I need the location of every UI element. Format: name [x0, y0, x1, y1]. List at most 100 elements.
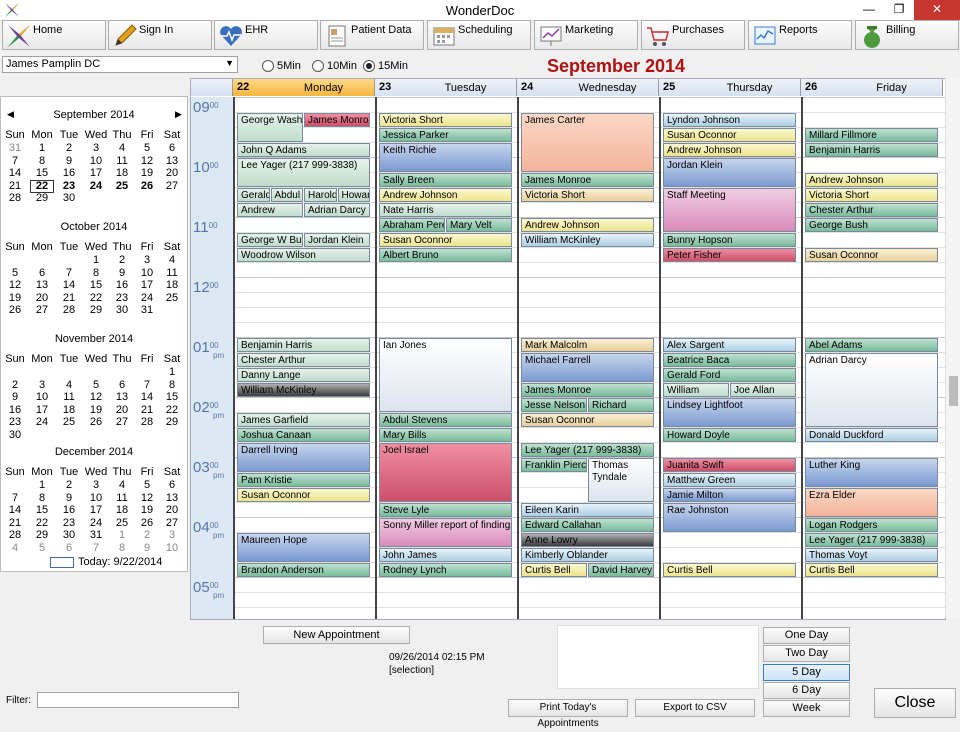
calendar-day[interactable]: 29: [160, 416, 184, 428]
appointment-block[interactable]: Gerald: [237, 188, 270, 202]
view-one-day-button[interactable]: One Day: [763, 627, 850, 644]
appointment-block[interactable]: Adrian Darcy: [805, 353, 938, 427]
calendar-day[interactable]: 16: [3, 404, 27, 416]
appointment-block[interactable]: Jordan Klein: [663, 158, 796, 187]
calendar-day[interactable]: 30: [57, 529, 81, 541]
patient-data-button[interactable]: Patient Data: [320, 20, 424, 50]
calendar-day[interactable]: 6: [160, 479, 184, 491]
calendar-day[interactable]: 9: [110, 267, 134, 279]
appointment-block[interactable]: Joe Allan: [730, 383, 796, 397]
calendar-day[interactable]: 7: [3, 155, 27, 167]
billing-button[interactable]: Billing: [855, 20, 959, 50]
calendar-day[interactable]: 1: [30, 142, 54, 154]
maximize-button[interactable]: ❐: [884, 0, 914, 20]
appointment-block[interactable]: Mary Bills: [379, 428, 512, 442]
calendar-day[interactable]: 13: [160, 155, 184, 167]
calendar-day[interactable]: 30: [110, 304, 134, 316]
calendar-day[interactable]: 21: [3, 517, 27, 529]
day-header-monday[interactable]: 22 Monday: [233, 79, 375, 96]
calendar-day[interactable]: 25: [110, 180, 134, 192]
interval-15min-radio[interactable]: 15Min: [363, 60, 408, 73]
appointment-block[interactable]: David Harvey: [588, 563, 654, 577]
calendar-day[interactable]: 18: [110, 167, 134, 179]
calendar-day[interactable]: 13: [30, 279, 54, 291]
sign-in-button[interactable]: Sign In: [108, 20, 212, 50]
calendar-day[interactable]: 28: [57, 304, 81, 316]
calendar-day[interactable]: 24: [84, 180, 108, 192]
calendar-day[interactable]: 6: [160, 142, 184, 154]
appointment-block[interactable]: Bunny Hopson: [663, 233, 796, 247]
calendar-day[interactable]: 22: [30, 517, 54, 529]
appointment-block[interactable]: Chester Arthur: [805, 203, 938, 217]
calendar-day[interactable]: 26: [84, 416, 108, 428]
calendar-day[interactable]: 18: [110, 504, 134, 516]
appointment-block[interactable]: Rodney Lynch: [379, 563, 512, 577]
filter-input[interactable]: [37, 692, 239, 708]
appointment-block[interactable]: George Bush: [805, 218, 938, 232]
calendar-day[interactable]: 13: [160, 492, 184, 504]
provider-select[interactable]: James Pamplin DC ▼: [2, 56, 238, 73]
calendar-day[interactable]: 9: [57, 155, 81, 167]
appointment-block[interactable]: Mark Malcolm: [521, 338, 654, 352]
appointment-block[interactable]: Millard Fillmore: [805, 128, 938, 142]
calendar-day[interactable]: 20: [30, 292, 54, 304]
appointment-block[interactable]: Gerald Ford: [663, 368, 796, 382]
calendar-day[interactable]: 19: [135, 504, 159, 516]
appointment-block[interactable]: Franklin Pierce: [521, 458, 587, 472]
calendar-day[interactable]: 22: [30, 179, 54, 193]
appointment-block[interactable]: James Monroe: [521, 383, 654, 397]
appointment-block[interactable]: Harold: [304, 188, 337, 202]
calendar-day[interactable]: 7: [57, 267, 81, 279]
calendar-day[interactable]: 28: [3, 529, 27, 541]
appointment-block[interactable]: Abdul Stevens: [379, 413, 512, 427]
calendar-day[interactable]: 13: [110, 391, 134, 403]
print-appointments-button[interactable]: Print Today's Appointments: [508, 699, 628, 729]
scrollbar-thumb[interactable]: [949, 376, 958, 406]
calendar-day[interactable]: 17: [84, 504, 108, 516]
schedule-scrollbar[interactable]: [945, 78, 960, 618]
purchases-button[interactable]: Purchases: [641, 20, 745, 50]
appointment-block[interactable]: John James: [379, 548, 512, 562]
minimize-button[interactable]: —: [854, 0, 884, 20]
appointment-block[interactable]: Thomas Voyt: [805, 548, 938, 562]
appointment-block[interactable]: Adrian Darcy: [304, 203, 370, 217]
calendar-day[interactable]: 27: [160, 180, 184, 192]
appointment-block[interactable]: Susan Oconnor: [237, 488, 370, 502]
calendar-day[interactable]: 8: [30, 492, 54, 504]
appointment-block[interactable]: Howard Doyle: [663, 428, 796, 442]
calendar-day[interactable]: 3: [84, 479, 108, 491]
appointment-block[interactable]: Sally Breen: [379, 173, 512, 187]
appointment-block[interactable]: Curtis Bell: [663, 563, 796, 577]
calendar-day[interactable]: 4: [110, 479, 134, 491]
calendar-day[interactable]: 2: [3, 379, 27, 391]
view-two-day-button[interactable]: Two Day: [763, 645, 850, 663]
calendar-day[interactable]: 1: [110, 529, 134, 541]
calendar-day[interactable]: 19: [3, 292, 27, 304]
calendar-day[interactable]: 4: [3, 542, 27, 554]
calendar-day[interactable]: 3: [84, 142, 108, 154]
calendar-day[interactable]: 25: [160, 292, 184, 304]
calendar-day[interactable]: 9: [57, 492, 81, 504]
calendar-day[interactable]: 12: [84, 391, 108, 403]
appointment-block[interactable]: Abraham Perez: [379, 218, 445, 232]
calendar-day[interactable]: 8: [30, 155, 54, 167]
view-5-day-button[interactable]: 5 Day: [763, 663, 850, 681]
calendar-day[interactable]: 24: [30, 416, 54, 428]
calendar-day[interactable]: 19: [84, 404, 108, 416]
appointment-block[interactable]: Kimberly Oblander: [521, 548, 654, 562]
calendar-day[interactable]: 12: [135, 155, 159, 167]
calendar-day[interactable]: 16: [57, 504, 81, 516]
calendar-day[interactable]: 16: [110, 279, 134, 291]
window-close-button[interactable]: ✕: [914, 0, 960, 20]
interval-10min-radio[interactable]: 10Min: [312, 60, 357, 73]
appointment-block[interactable]: Abdul: [270, 188, 303, 202]
appointment-block[interactable]: Luther King: [805, 458, 938, 487]
calendar-day[interactable]: 30: [57, 192, 81, 204]
calendar-day[interactable]: 23: [3, 416, 27, 428]
calendar-day[interactable]: 27: [30, 304, 54, 316]
calendar-day[interactable]: 2: [110, 254, 134, 266]
calendar-day[interactable]: 27: [160, 517, 184, 529]
appointment-block[interactable]: Susan Oconnor: [805, 248, 938, 262]
appointment-block[interactable]: Eileen Karin: [521, 503, 654, 517]
calendar-day[interactable]: 10: [84, 155, 108, 167]
